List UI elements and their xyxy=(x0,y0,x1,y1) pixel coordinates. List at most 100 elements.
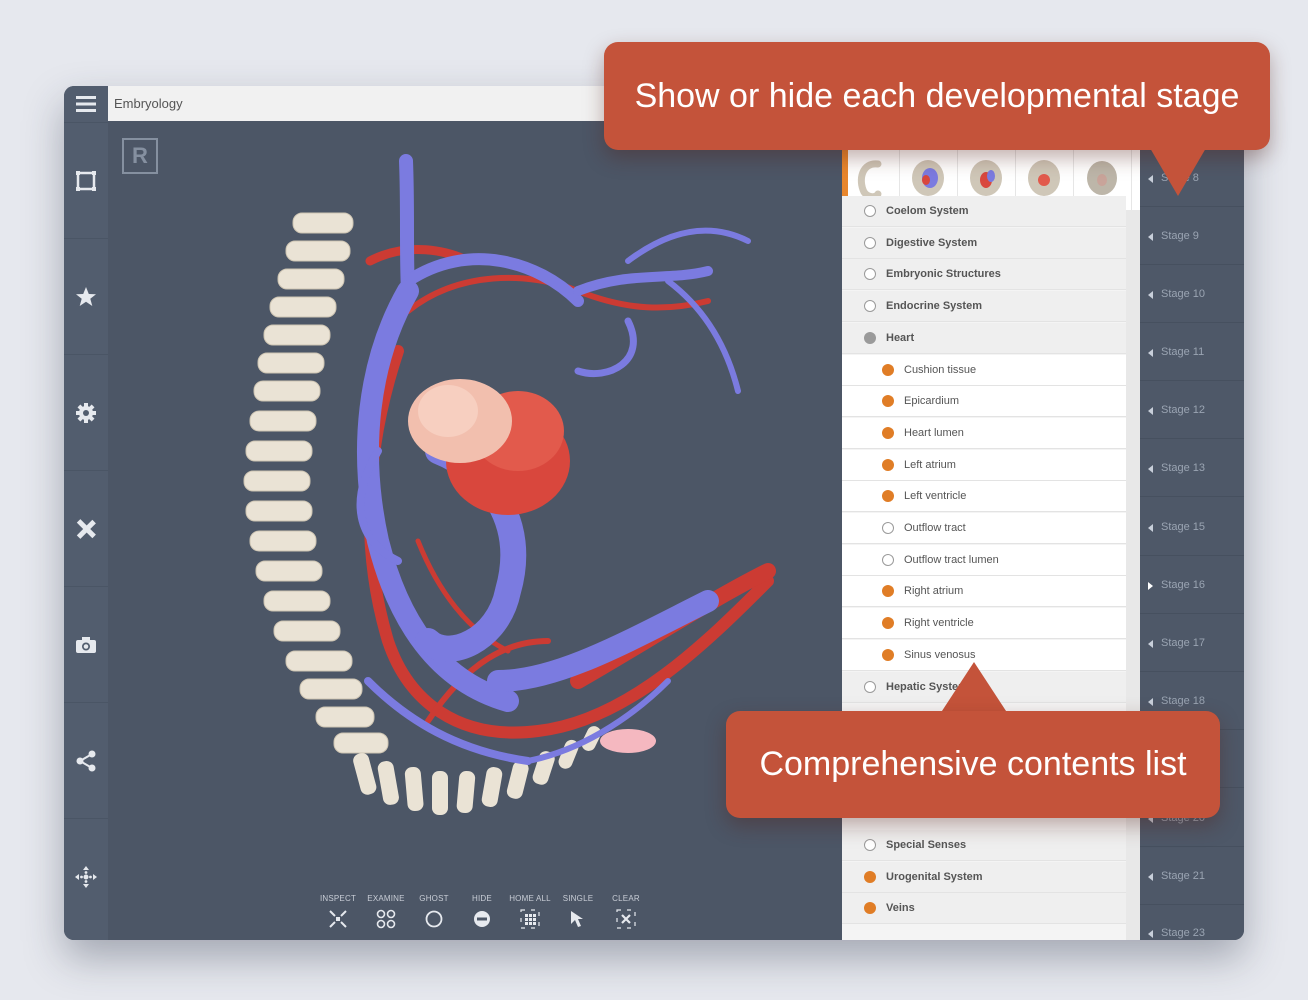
category-row[interactable]: Heart xyxy=(842,322,1126,354)
tool-examine[interactable]: EXAMINE xyxy=(362,894,410,930)
stage-label: Stage 11 xyxy=(1161,346,1205,358)
stage-item[interactable]: Stage 16 xyxy=(1140,557,1244,614)
stage-toggle-icon[interactable] xyxy=(1148,233,1153,241)
contents-scrollbar[interactable] xyxy=(1126,210,1140,940)
callout-contents: Comprehensive contents list xyxy=(726,711,1220,818)
stage-item[interactable]: Stage 13 xyxy=(1140,440,1244,497)
sidebar-item-share[interactable] xyxy=(64,702,108,819)
stage-toggle-icon[interactable] xyxy=(1148,582,1153,590)
stage-item[interactable]: Stage 17 xyxy=(1140,615,1244,672)
pencil-ruler-icon xyxy=(76,519,96,539)
callout-text: Show or hide each developmental stage xyxy=(634,76,1240,115)
visibility-toggle[interactable] xyxy=(882,522,894,534)
visibility-toggle[interactable] xyxy=(882,426,894,439)
stage-label: Stage 10 xyxy=(1161,288,1206,300)
stage-toggle-icon[interactable] xyxy=(1148,465,1153,473)
visibility-toggle[interactable] xyxy=(882,395,894,408)
category-row[interactable]: Embryonic Structures xyxy=(842,259,1126,291)
visibility-toggle[interactable] xyxy=(864,902,876,915)
structure-row[interactable]: Right ventricle xyxy=(842,608,1126,640)
sidebar-item-select[interactable] xyxy=(64,122,108,239)
structure-row[interactable]: Outflow tract lumen xyxy=(842,544,1126,576)
stage-toggle-icon[interactable] xyxy=(1148,930,1153,938)
visibility-toggle[interactable] xyxy=(864,268,876,281)
stage-toggle-icon[interactable] xyxy=(1148,349,1153,357)
move-icon xyxy=(75,866,97,888)
examine-icon xyxy=(376,909,396,929)
stage-item[interactable]: Stage 21 xyxy=(1140,848,1244,905)
category-row[interactable]: Urogenital System xyxy=(842,861,1126,893)
structure-row[interactable]: Epicardium xyxy=(842,386,1126,418)
category-row[interactable]: Endocrine System xyxy=(842,291,1126,323)
row-label: Sinus venosus xyxy=(904,648,976,661)
tool-home-all[interactable]: HOME ALL xyxy=(506,894,554,930)
stage-toggle-icon[interactable] xyxy=(1148,524,1153,532)
structure-row[interactable]: Cushion tissue xyxy=(842,354,1126,386)
visibility-toggle[interactable] xyxy=(864,300,876,313)
stage-toggle-icon[interactable] xyxy=(1148,407,1153,415)
stage-item[interactable]: Stage 23 xyxy=(1140,905,1244,940)
sidebar-item-tools[interactable] xyxy=(64,470,108,587)
row-label: Embryonic Structures xyxy=(886,268,1001,281)
viewport-toolbar: INSPECT EXAMINE GHOST HIDE HOME ALL SING… xyxy=(314,894,650,930)
hamburger-icon xyxy=(76,96,96,112)
category-row[interactable]: Digestive System xyxy=(842,227,1126,259)
visibility-toggle[interactable] xyxy=(864,205,876,217)
row-label: Heart lumen xyxy=(904,426,964,439)
stage-toggle-icon[interactable] xyxy=(1148,873,1153,881)
stage-item[interactable]: Stage 9 xyxy=(1140,208,1244,265)
stage-toggle-icon[interactable] xyxy=(1148,291,1153,299)
visibility-toggle[interactable] xyxy=(864,839,876,851)
structure-row[interactable]: Heart lumen xyxy=(842,417,1126,449)
sidebar-item-camera[interactable] xyxy=(64,586,108,703)
structure-row[interactable]: Outflow tract xyxy=(842,513,1126,544)
visibility-toggle[interactable] xyxy=(864,236,876,249)
callout-pointer xyxy=(940,662,1008,714)
structure-row[interactable]: Right atrium xyxy=(842,576,1126,608)
visibility-toggle[interactable] xyxy=(882,617,894,630)
visibility-toggle[interactable] xyxy=(864,870,876,883)
tool-clear[interactable]: CLEAR xyxy=(602,894,650,930)
tool-hide[interactable]: HIDE xyxy=(458,894,506,930)
stage-label: Stage 17 xyxy=(1161,637,1206,649)
visibility-toggle[interactable] xyxy=(882,490,894,503)
stage-item[interactable]: Stage 10 xyxy=(1140,266,1244,323)
structure-row[interactable]: Left ventricle xyxy=(842,481,1126,513)
category-row[interactable]: Special Senses xyxy=(842,830,1126,861)
3d-viewport[interactable]: R INSPECT EXAMINE GHOST HIDE HOME ALL SI… xyxy=(108,121,842,940)
visibility-toggle[interactable] xyxy=(882,363,894,376)
stage-toggle-icon[interactable] xyxy=(1148,698,1153,706)
gear-icon xyxy=(76,403,96,423)
stage-item[interactable]: Stage 15 xyxy=(1140,499,1244,556)
row-label: Veins xyxy=(886,902,915,915)
sidebar-item-move[interactable] xyxy=(64,818,108,935)
tool-label: SINGLE xyxy=(562,894,594,903)
visibility-toggle[interactable] xyxy=(882,648,894,661)
visibility-toggle[interactable] xyxy=(864,680,876,693)
left-sidebar xyxy=(64,86,108,940)
tool-single[interactable]: SINGLE xyxy=(554,894,602,930)
hide-icon xyxy=(474,911,490,927)
visibility-toggle[interactable] xyxy=(882,458,894,471)
row-label: Right atrium xyxy=(904,585,964,598)
stage-item[interactable]: Stage 11 xyxy=(1140,324,1244,381)
tool-inspect[interactable]: INSPECT xyxy=(314,894,362,930)
menu-button[interactable] xyxy=(64,86,108,122)
sidebar-item-favorites[interactable] xyxy=(64,238,108,355)
sidebar-item-settings[interactable] xyxy=(64,354,108,471)
row-label: Outflow tract lumen xyxy=(904,553,999,566)
category-row[interactable]: Coelom System xyxy=(842,196,1126,227)
visibility-toggle[interactable] xyxy=(864,331,876,344)
camera-icon xyxy=(76,637,96,653)
stage-label: Stage 12 xyxy=(1161,404,1206,416)
visibility-toggle[interactable] xyxy=(882,553,894,566)
row-label: Outflow tract xyxy=(904,522,966,534)
stage-item[interactable]: Stage 12 xyxy=(1140,382,1244,439)
tool-ghost[interactable]: GHOST xyxy=(410,894,458,930)
row-label: Special Senses xyxy=(886,839,967,851)
stage-toggle-icon[interactable] xyxy=(1148,640,1153,648)
structure-row[interactable]: Left atrium xyxy=(842,449,1126,481)
visibility-toggle[interactable] xyxy=(882,585,894,598)
category-row[interactable]: Veins xyxy=(842,893,1126,925)
stage-label: Stage 23 xyxy=(1161,927,1206,939)
